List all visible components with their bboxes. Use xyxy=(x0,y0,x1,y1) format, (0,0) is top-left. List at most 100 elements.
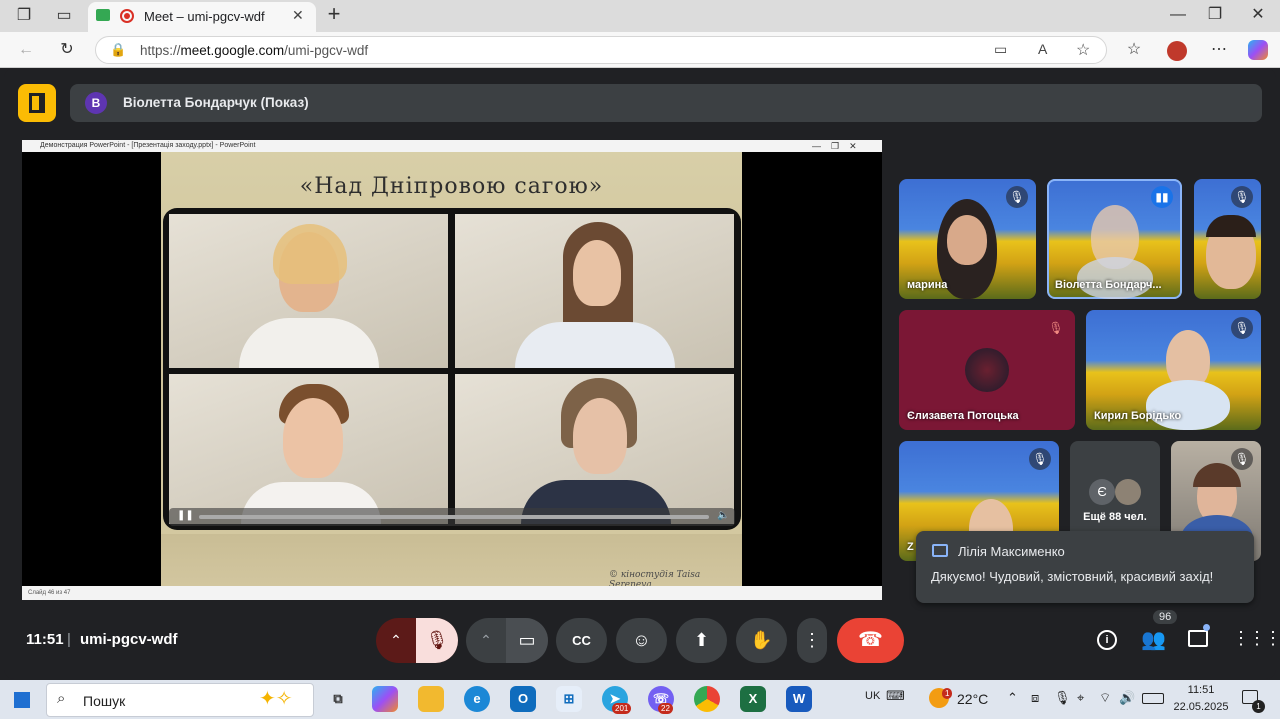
url-field[interactable]: 🔒 https://meet.google.com/umi-pgcv-wdf ▭… xyxy=(95,36,1107,64)
mic-tray-icon[interactable]: 🎙 xyxy=(1054,690,1071,706)
outlook-icon[interactable]: O xyxy=(510,686,536,712)
vertical-tabs-icon[interactable]: ▭ xyxy=(52,6,76,26)
tray-chevron-icon[interactable]: ⌃ xyxy=(1007,690,1018,706)
chat-icon[interactable] xyxy=(1188,630,1208,647)
file-explorer-icon[interactable] xyxy=(418,686,444,712)
battery-icon[interactable] xyxy=(1142,693,1164,704)
speaking-icon: ▮▮ xyxy=(1151,186,1173,208)
presentation-view: Демонстрация PowerPoint - [Презентація з… xyxy=(22,140,882,600)
participant-tile[interactable]: 🎙 Кирил Борідько xyxy=(1086,310,1261,430)
participant-name: Кирил Борідько xyxy=(1094,410,1182,422)
minimize-icon[interactable]: — xyxy=(1166,5,1190,25)
people-icon[interactable]: 👥 xyxy=(1141,627,1166,652)
leave-call-button[interactable]: ☎ xyxy=(837,618,904,663)
mic-off-icon: 🎙 xyxy=(1231,448,1253,470)
camera-options-chevron-icon[interactable]: ⌃ xyxy=(466,618,506,663)
maximize-icon[interactable]: ❐ xyxy=(1203,5,1227,25)
participant-avatar xyxy=(965,348,1009,392)
presenter-bar: В Віолетта Бондарчук (Показ) xyxy=(70,84,1262,122)
lock-icon: 🔒 xyxy=(110,42,127,57)
participant-avatar xyxy=(1115,479,1141,505)
chat-sender: Лілія Максименко xyxy=(958,544,1065,559)
task-view-icon[interactable]: ⧉ xyxy=(325,686,351,712)
participant-tile[interactable]: 🎙 марина xyxy=(899,179,1036,299)
mic-options-chevron-icon[interactable]: ⌃ xyxy=(376,618,416,663)
clock-date[interactable]: 22.05.2025 xyxy=(1170,701,1232,713)
camera-tray-icon[interactable]: ⧈ xyxy=(1031,690,1039,706)
meeting-info-icon[interactable]: i xyxy=(1097,630,1117,650)
chat-notification[interactable]: Лілія Максименко Дякуємо! Чудовий, зміст… xyxy=(916,531,1254,603)
participant-count-badge: 96 xyxy=(1153,610,1178,624)
participant-name: Z xyxy=(907,541,914,553)
ppt-window-title: Демонстрация PowerPoint - [Презентація з… xyxy=(22,140,882,152)
camera-indicator-icon[interactable]: ▭ xyxy=(994,41,1007,58)
participant-tile-active[interactable]: ▮▮ Віолетта Бондарч... xyxy=(1047,179,1182,299)
url-host: meet.google.com xyxy=(180,43,285,58)
captions-button[interactable]: CC xyxy=(556,618,607,663)
video-cell-1 xyxy=(169,214,448,368)
recording-icon xyxy=(120,9,134,23)
pause-icon[interactable]: ❚❚ xyxy=(177,510,194,521)
mic-off-icon: 🎙 xyxy=(1231,186,1253,208)
wifi-icon[interactable]: ⌔ xyxy=(1099,690,1111,706)
present-screen-button[interactable]: ⬆ xyxy=(676,618,727,663)
word-icon[interactable]: W xyxy=(786,686,812,712)
meeting-door-icon[interactable] xyxy=(18,84,56,122)
meeting-code: umi-pgcv-wdf xyxy=(80,631,178,648)
presenter-label: Віолетта Бондарчук (Показ) xyxy=(123,95,309,110)
mic-off-icon: 🎙 xyxy=(1029,448,1051,470)
volume-tray-icon[interactable]: 🔊 xyxy=(1119,690,1135,706)
chrome-icon[interactable] xyxy=(694,686,720,712)
new-tab-button[interactable]: + xyxy=(322,3,346,25)
more-menu-icon[interactable]: ⋯ xyxy=(1207,40,1231,60)
reload-icon[interactable]: ↻ xyxy=(55,40,79,60)
participant-tile[interactable]: 🎙 Єлизавета Потоцька xyxy=(899,310,1075,430)
weather-temp[interactable]: 22°C xyxy=(957,691,988,707)
keyboard-language[interactable]: UK xyxy=(865,690,880,702)
notification-count: 1 xyxy=(1252,700,1265,713)
telegram-badge: 201 xyxy=(612,703,632,714)
browser-tab[interactable]: Meet – umi-pgcv-wdf ✕ xyxy=(88,2,316,32)
slide-title: «Над Дніпровою сагою» xyxy=(299,174,604,199)
ppt-window-controls: — ❐ ✕ xyxy=(812,141,857,151)
ppt-status-bar: Слайд 46 из 47 xyxy=(22,586,882,600)
start-icon[interactable] xyxy=(14,692,30,708)
store-icon[interactable]: ⊞ xyxy=(556,686,582,712)
close-tab-icon[interactable]: ✕ xyxy=(292,7,304,24)
presenter-avatar: В xyxy=(85,92,107,114)
edge-icon[interactable]: e xyxy=(464,686,490,712)
volume-icon[interactable]: 🔈 xyxy=(717,510,729,521)
participant-name: Єлизавета Потоцька xyxy=(907,410,1019,422)
keyboard-icon: ⌨ xyxy=(886,688,905,703)
slide-video[interactable]: ❚❚ 🔈 xyxy=(163,208,741,530)
clock-time[interactable]: 11:51 xyxy=(1176,684,1226,696)
read-aloud-icon[interactable]: A xyxy=(1038,41,1047,57)
copilot-app-icon[interactable] xyxy=(372,686,398,712)
video-controls[interactable]: ❚❚ 🔈 xyxy=(169,508,735,526)
location-tray-icon[interactable]: ⌖ xyxy=(1077,690,1084,706)
participant-tile[interactable]: 🎙 xyxy=(1194,179,1261,299)
reactions-button[interactable]: ☺ xyxy=(616,618,667,663)
participant-name: марина xyxy=(907,279,948,291)
taskbar-search[interactable]: ⌕ Пошук ✦✧ xyxy=(46,683,314,717)
video-cell-2 xyxy=(455,214,734,368)
search-icon: ⌕ xyxy=(57,690,66,707)
back-icon[interactable]: ← xyxy=(14,40,38,60)
more-options-button[interactable]: ⋮ xyxy=(797,618,827,663)
excel-icon[interactable]: X xyxy=(740,686,766,712)
tab-title: Meet – umi-pgcv-wdf xyxy=(144,9,265,24)
mic-off-icon: 🎙 xyxy=(1048,321,1064,335)
activities-icon[interactable]: ⋮⋮⋮ xyxy=(1232,628,1280,649)
close-window-icon[interactable]: ✕ xyxy=(1246,5,1270,25)
favorite-star-icon[interactable]: ☆ xyxy=(1076,40,1090,60)
camera-control-group: ⌃ ▭ xyxy=(466,618,548,663)
workspaces-icon[interactable]: ❐ xyxy=(12,6,36,26)
raise-hand-button[interactable]: ✋ xyxy=(736,618,787,663)
video-progress[interactable] xyxy=(199,515,709,519)
profile-avatar[interactable] xyxy=(1167,41,1187,61)
video-cell-4 xyxy=(455,374,734,524)
slide: «Над Дніпровою сагою» ❚❚ 🔈 © кіностудія … xyxy=(161,152,742,590)
address-bar-row: ← ↻ 🔒 https://meet.google.com/umi-pgcv-w… xyxy=(0,32,1280,68)
favorites-icon[interactable]: ☆ xyxy=(1122,40,1146,60)
copilot-icon[interactable] xyxy=(1248,40,1268,60)
